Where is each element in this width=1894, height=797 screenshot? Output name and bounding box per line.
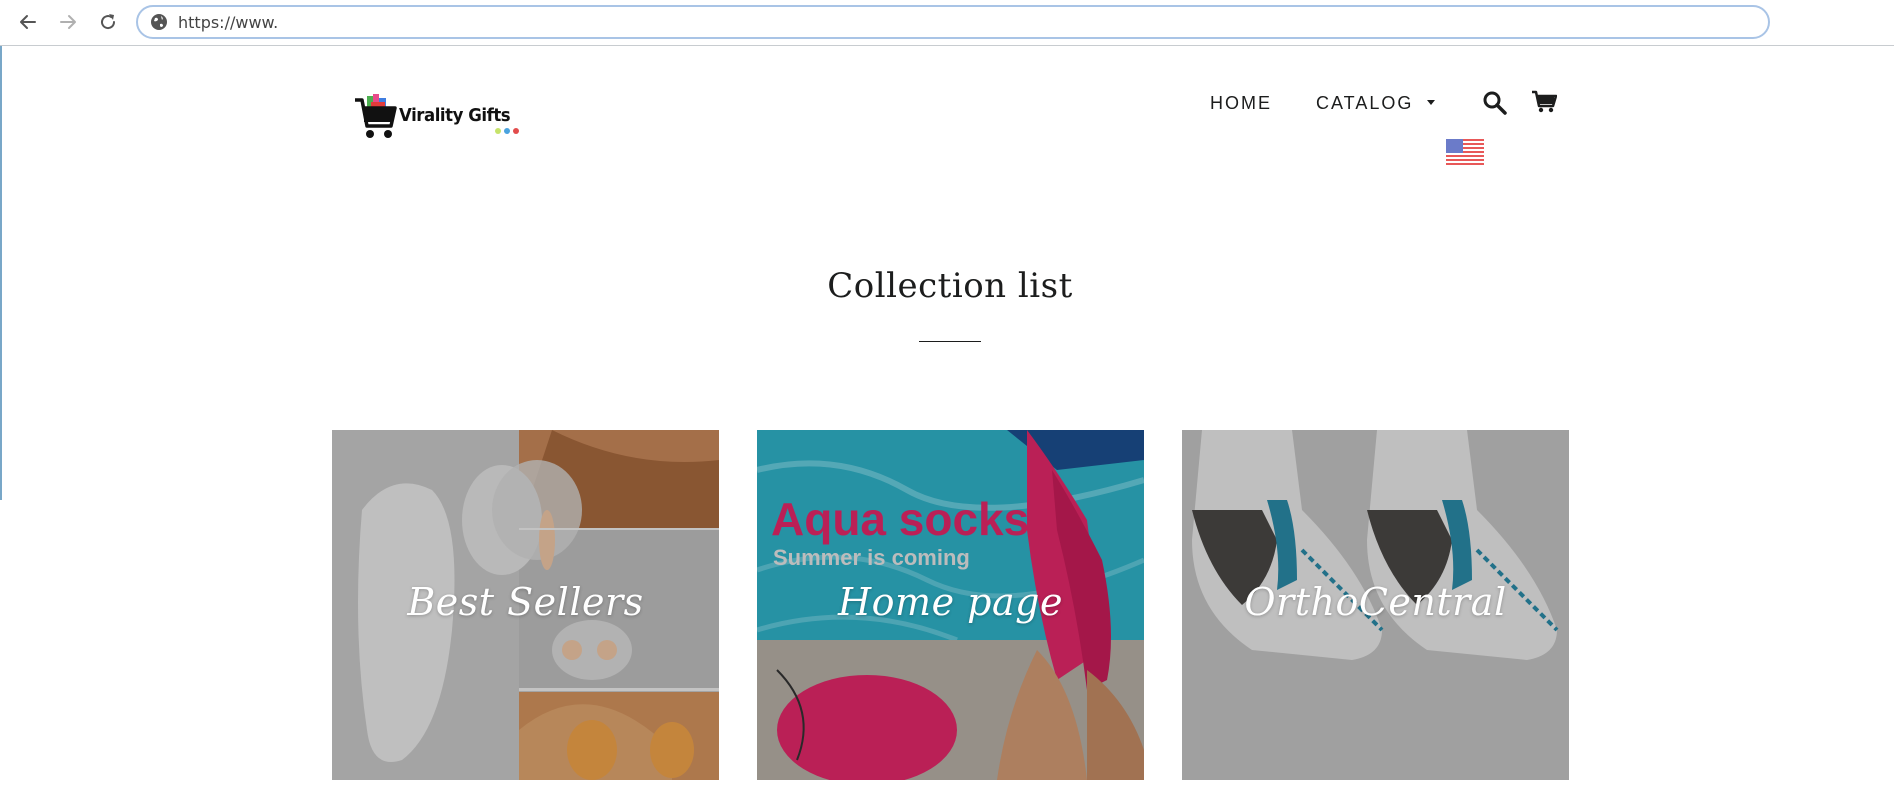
reload-icon: [101, 14, 116, 30]
logo-text: Virality Gifts: [399, 105, 511, 126]
logo-dots: [495, 128, 519, 134]
us-flag-icon[interactable]: [1446, 139, 1484, 165]
back-button[interactable]: [15, 9, 41, 35]
forward-button[interactable]: [55, 9, 81, 35]
search-icon: [1483, 91, 1507, 115]
nav-catalog-link[interactable]: CATALOG: [1316, 93, 1436, 114]
collection-card-orthocentral[interactable]: OrthoCentral: [1182, 430, 1569, 780]
forward-arrow-icon: [60, 15, 76, 29]
collection-title: Home page: [838, 580, 1063, 624]
nav-home-link[interactable]: HOME: [1210, 93, 1272, 114]
section-title: Collection list: [827, 266, 1073, 306]
search-button[interactable]: [1482, 90, 1508, 116]
browser-toolbar: https://www.: [0, 0, 1894, 46]
back-arrow-icon: [20, 15, 36, 29]
logo-cart-icon: [355, 94, 397, 138]
site-logo[interactable]: Virality Gifts: [353, 92, 529, 140]
section-divider: [919, 341, 981, 342]
nav-catalog-label: CATALOG: [1316, 93, 1414, 113]
caret-down-icon: [1427, 100, 1436, 105]
reload-button[interactable]: [95, 9, 121, 35]
globe-icon: [150, 13, 168, 31]
cart-icon: [1532, 90, 1558, 113]
url-text: https://www.: [178, 12, 279, 32]
main-nav: HOME CATALOG: [1210, 93, 1436, 114]
collection-card-best-sellers[interactable]: Best Sellers: [332, 430, 719, 780]
collection-title: OrthoCentral: [1244, 580, 1507, 624]
collection-card-home-page[interactable]: Aqua socks Summer is coming Home page: [757, 430, 1144, 780]
address-bar[interactable]: https://www.: [136, 5, 1770, 39]
collection-title: Best Sellers: [407, 580, 644, 624]
cart-button[interactable]: [1531, 90, 1558, 114]
